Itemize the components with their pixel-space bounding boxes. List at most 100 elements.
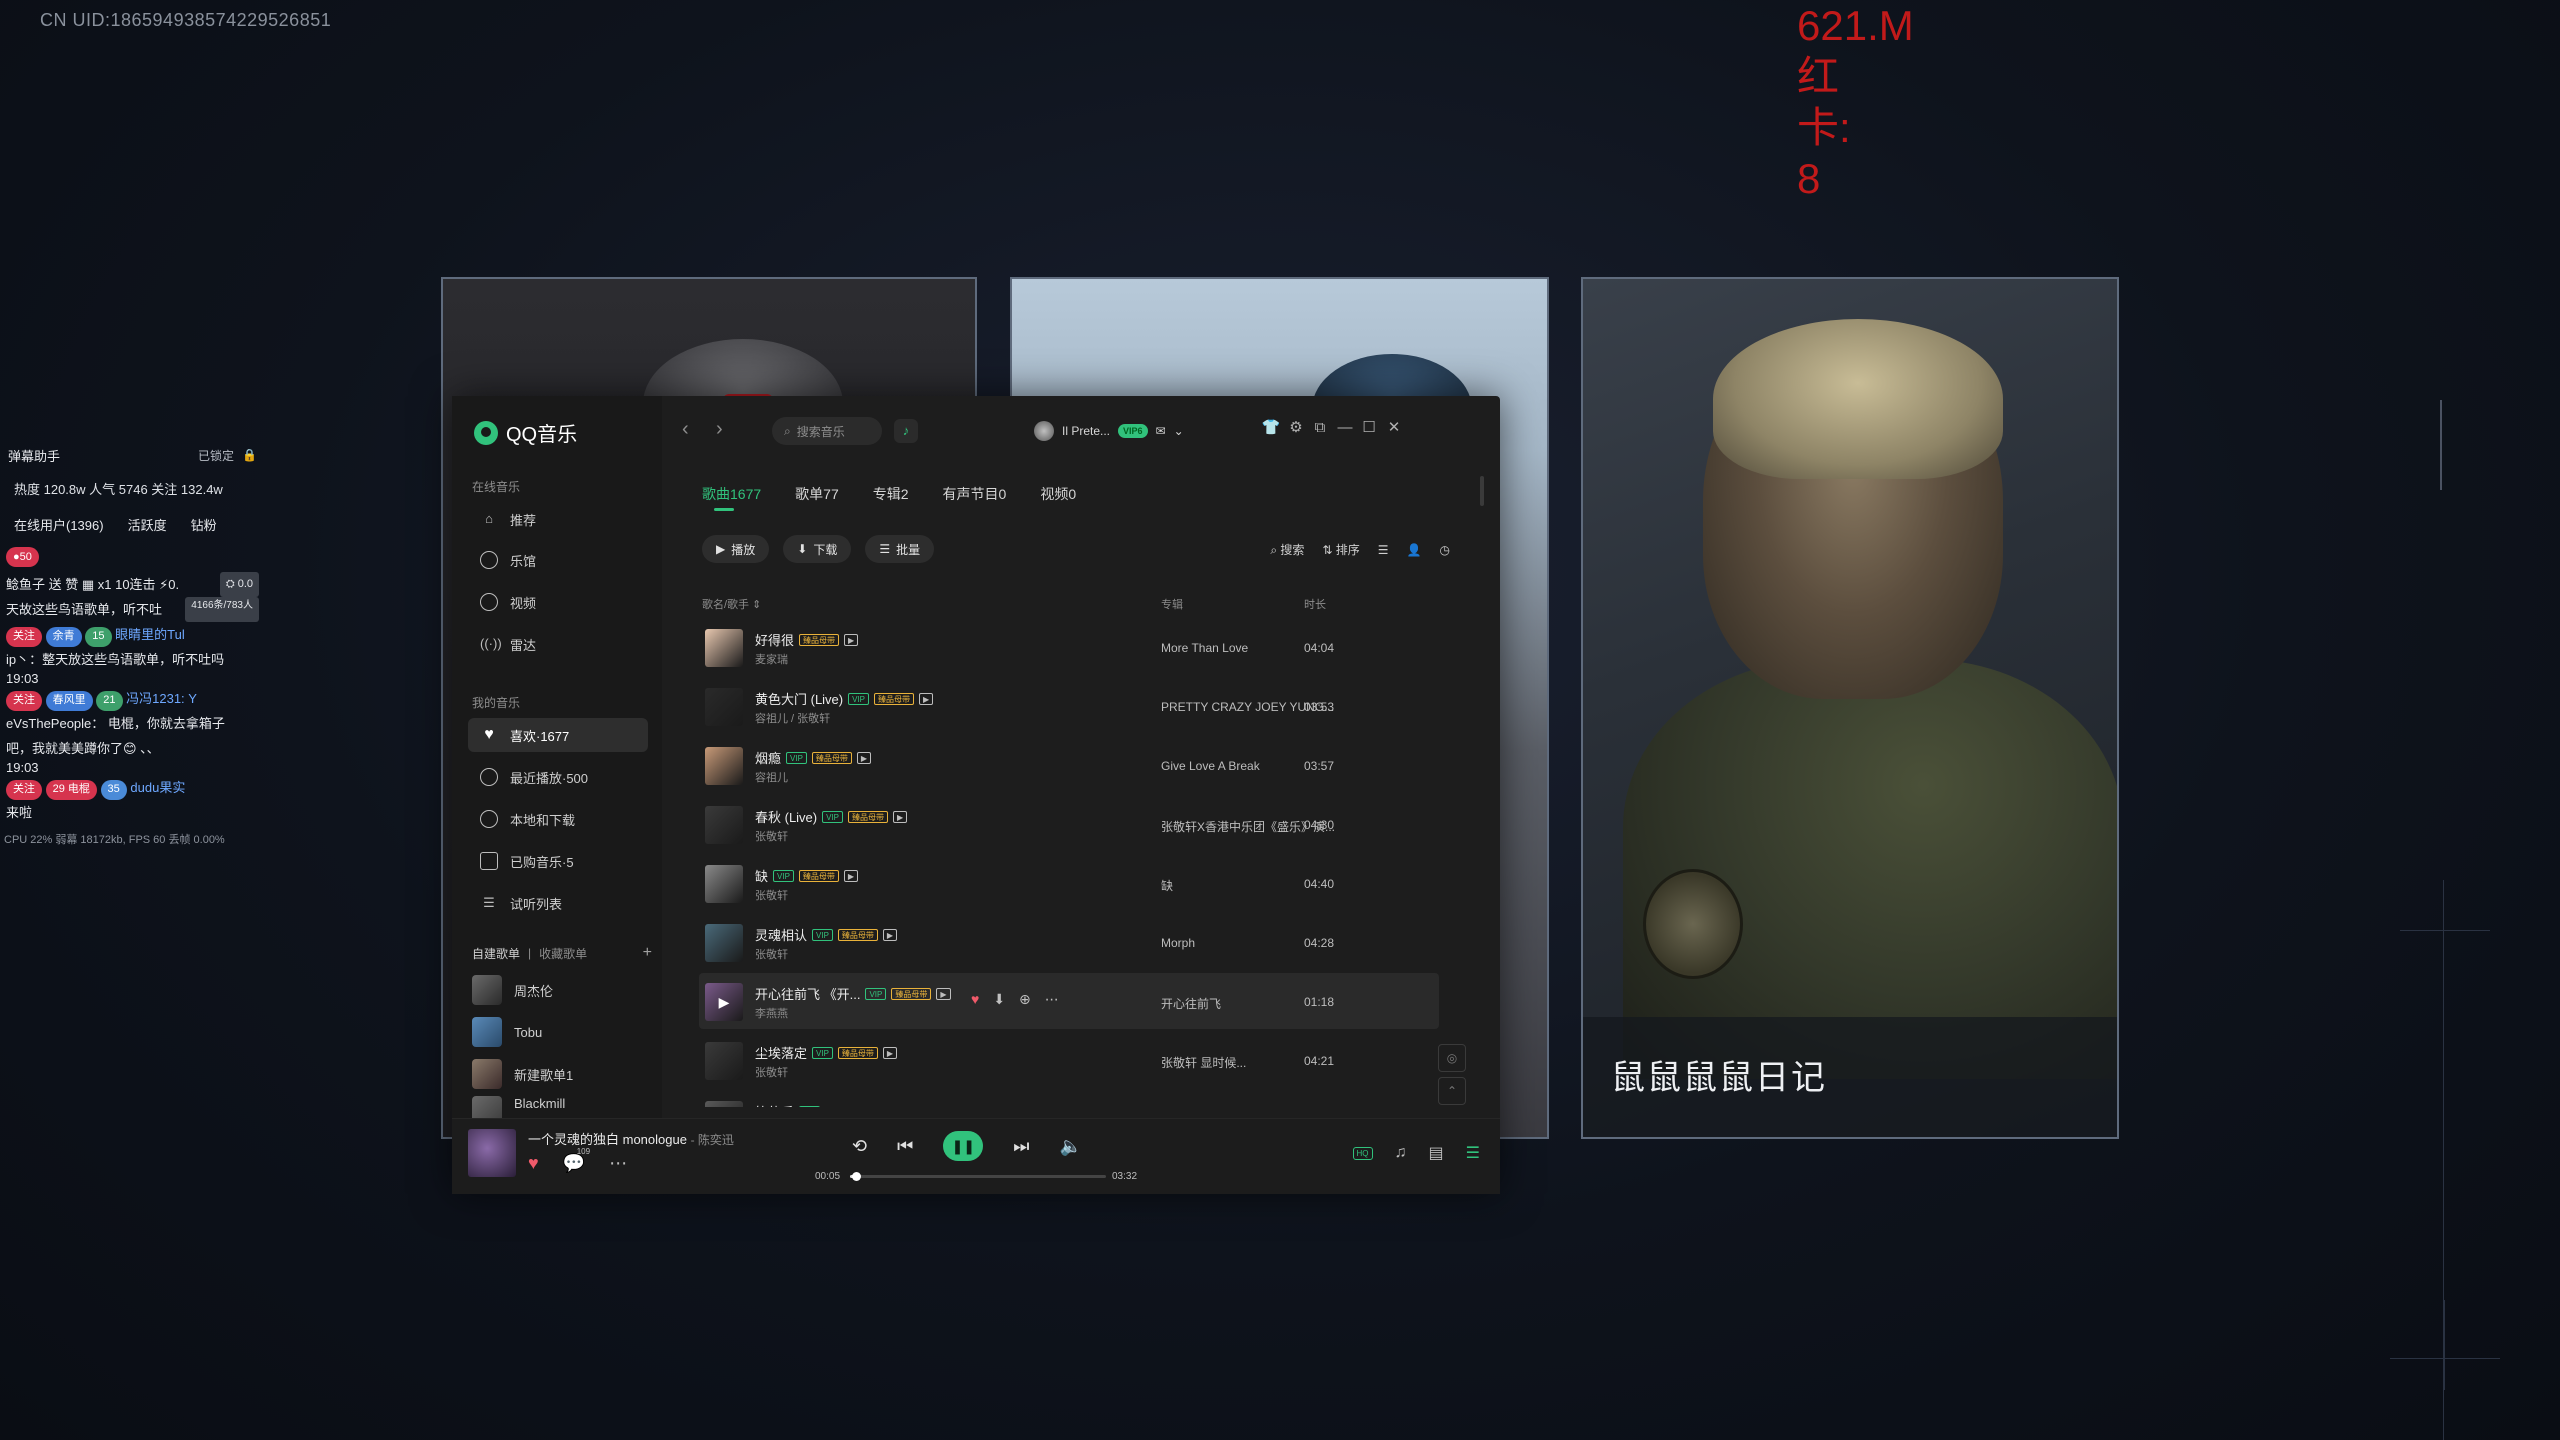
- progress-bar[interactable]: [850, 1172, 1106, 1181]
- song-title[interactable]: 灵魂相认: [755, 925, 807, 944]
- minimize-icon[interactable]: —: [1334, 417, 1356, 439]
- sidebar-item-music-hall[interactable]: 乐馆: [468, 543, 648, 577]
- comment-icon[interactable]: 💬 109: [563, 1147, 590, 1174]
- back-arrow-icon[interactable]: ‹: [682, 418, 689, 441]
- song-row[interactable]: 尘埃落定 VIP 臻品母带 ▶ 张敬轩 张敬轩 显时候... 04:21: [699, 1032, 1439, 1088]
- tab-videos[interactable]: 视频0: [1040, 484, 1076, 504]
- song-title[interactable]: 开心往前飞 《开...: [755, 984, 860, 1003]
- app-logo[interactable]: QQ音乐: [474, 418, 577, 447]
- mv-icon[interactable]: ▶: [856, 751, 872, 764]
- more-icon[interactable]: ⋯: [609, 1153, 627, 1174]
- lyrics-icon[interactable]: ▤: [1429, 1143, 1444, 1163]
- next-icon[interactable]: ⏭: [1013, 1136, 1029, 1157]
- song-cover[interactable]: [705, 1101, 743, 1107]
- chevron-down-icon[interactable]: ⌄: [1174, 424, 1184, 438]
- song-artist[interactable]: 容祖儿 / 张敬轩: [755, 710, 830, 726]
- previous-icon[interactable]: ⏮: [897, 1136, 913, 1157]
- search-input[interactable]: ⌕ 搜索音乐: [772, 417, 882, 445]
- song-artist[interactable]: 张敬轩: [755, 1064, 788, 1080]
- user-name[interactable]: Il Prete...: [1062, 424, 1110, 438]
- song-row[interactable]: 黄色大门 (Live) VIP 臻品母带 ▶ 容祖儿 / 张敬轩 PRETTY CRAZY…: [699, 678, 1439, 734]
- lock-icon[interactable]: 🔒: [242, 448, 257, 462]
- song-cover[interactable]: [705, 924, 743, 962]
- avatar[interactable]: [1034, 421, 1054, 441]
- column-title[interactable]: 歌名/歌手 ⇕: [702, 596, 761, 612]
- playlist-item[interactable]: 周杰伦: [472, 970, 652, 1010]
- sidebar-item-local[interactable]: 本地和下载: [468, 802, 648, 836]
- song-cover[interactable]: [705, 688, 743, 726]
- sidebar-item-purchased[interactable]: 已购音乐·5: [468, 844, 648, 878]
- playlist-queue-icon[interactable]: ☰: [1466, 1143, 1480, 1163]
- skin-icon[interactable]: 👕: [1260, 417, 1282, 439]
- song-cover[interactable]: [705, 747, 743, 785]
- song-artist[interactable]: 容祖儿: [755, 769, 788, 785]
- song-row[interactable]: 春秋 (Live) VIP 臻品母带 ▶ 张敬轩 张敬轩X香港中乐团《盛乐》演... 04:…: [699, 796, 1439, 852]
- song-row[interactable]: 缺 VIP 臻品母带 ▶ 张敬轩缺 04:40: [699, 855, 1439, 911]
- download-icon[interactable]: ⬇: [993, 991, 1005, 1008]
- song-row[interactable]: 好得很 臻品母带 ▶ 麦家瑞 More Than Love 04:04: [699, 621, 1439, 675]
- playlist-item[interactable]: 新建歌单1: [472, 1054, 652, 1094]
- mini-mode-icon[interactable]: ⧉: [1309, 417, 1331, 439]
- tab-diamond-fans[interactable]: 钻粉: [191, 515, 217, 534]
- mv-icon[interactable]: ▶: [843, 869, 859, 882]
- add-icon[interactable]: ⊕: [1019, 991, 1031, 1008]
- now-playing-title[interactable]: 一个灵魂的独白 monologue - 陈奕迅: [528, 1129, 734, 1148]
- download-button[interactable]: ⬇ 下载: [783, 535, 852, 563]
- tab-activity[interactable]: 活跃度: [128, 515, 167, 534]
- scrollbar[interactable]: [1480, 476, 1484, 506]
- more-icon[interactable]: ⋯: [1045, 991, 1059, 1008]
- song-row[interactable]: ▶ 开心往前飞 《开... VIP 臻品母带 ▶ 李燕燕 开心往前飞 01:18 ♥ ⬇ ⊕ ⋯: [699, 973, 1439, 1029]
- song-artist[interactable]: 张敬轩: [755, 828, 788, 844]
- song-artist[interactable]: 张敬轩: [755, 887, 788, 903]
- sidebar-item-trial[interactable]: ☰ 试听列表: [468, 886, 648, 920]
- song-title[interactable]: 黄色大门 (Live): [755, 689, 843, 708]
- mv-icon[interactable]: ▶: [936, 987, 951, 1000]
- locate-icon[interactable]: ◎: [1438, 1044, 1466, 1072]
- mv-icon[interactable]: ▶: [919, 692, 934, 705]
- mail-icon[interactable]: ✉: [1156, 424, 1166, 438]
- song-title[interactable]: 缺: [755, 866, 768, 885]
- quality-badge[interactable]: HQ: [1352, 1146, 1373, 1160]
- vip-badge[interactable]: VIP6: [1118, 424, 1148, 438]
- effects-icon[interactable]: ♫: [1395, 1144, 1407, 1162]
- song-title[interactable]: 烟瘾: [755, 748, 781, 767]
- song-row[interactable]: 笑的手 VIP: [699, 1091, 1439, 1107]
- sidebar-item-liked[interactable]: ♥ 喜欢·1677: [468, 718, 648, 752]
- play-all-button[interactable]: ▶ 播放: [702, 535, 770, 563]
- song-title[interactable]: 春秋 (Live): [755, 807, 817, 826]
- progress-knob[interactable]: [852, 1172, 862, 1181]
- song-row[interactable]: 烟瘾 VIP 臻品母带 ▶ 容祖儿 Give Love A Break 03:57: [699, 737, 1439, 793]
- song-title[interactable]: 笑的手: [755, 1102, 794, 1107]
- list-view-icon[interactable]: ☰: [1378, 543, 1389, 557]
- mv-icon[interactable]: ▶: [882, 1046, 898, 1059]
- song-artist[interactable]: 李燕燕: [755, 1005, 788, 1021]
- song-cover[interactable]: ▶: [705, 983, 743, 1021]
- sidebar-item-radar[interactable]: ((·)) 雷达: [468, 627, 648, 661]
- person-icon[interactable]: 👤: [1407, 543, 1422, 557]
- mv-icon[interactable]: ▶: [882, 928, 898, 941]
- maximize-icon[interactable]: ☐: [1358, 417, 1380, 439]
- song-cover[interactable]: [705, 806, 743, 844]
- sidebar-item-video[interactable]: 视频: [468, 585, 648, 619]
- scroll-top-icon[interactable]: ⌃: [1438, 1077, 1466, 1105]
- user-area[interactable]: Il Prete... VIP6 ✉ ⌄: [1034, 421, 1184, 441]
- clock-icon[interactable]: ◷: [1440, 543, 1450, 557]
- now-playing-cover[interactable]: [468, 1129, 516, 1177]
- tab-audio-programs[interactable]: 有声节目0: [943, 484, 1007, 504]
- tab-created-playlists[interactable]: 自建歌单: [472, 945, 520, 962]
- sort-button[interactable]: ⇅ 排序: [1322, 541, 1359, 558]
- playlist-item[interactable]: Blackmill: [472, 1096, 652, 1118]
- batch-button[interactable]: ☰ 批量: [865, 535, 935, 563]
- tab-playlists[interactable]: 歌单77: [795, 484, 839, 504]
- forward-arrow-icon[interactable]: ›: [716, 418, 723, 441]
- tab-collected-playlists[interactable]: 收藏歌单: [539, 945, 587, 962]
- sidebar-item-recent[interactable]: 最近播放·500: [468, 760, 648, 794]
- song-artist[interactable]: 麦家瑞: [755, 651, 788, 667]
- song-row[interactable]: 灵魂相认 VIP 臻品母带 ▶ 张敬轩 Morph 04:28: [699, 914, 1439, 970]
- repeat-icon[interactable]: ⟲: [852, 1136, 867, 1157]
- list-search-button[interactable]: ⌕ 搜索: [1270, 541, 1304, 558]
- like-heart-icon[interactable]: ♥: [971, 991, 979, 1008]
- listen-recognize-icon[interactable]: ♪: [894, 419, 918, 443]
- tab-albums[interactable]: 专辑2: [873, 484, 909, 504]
- song-artist[interactable]: 张敬轩: [755, 946, 788, 962]
